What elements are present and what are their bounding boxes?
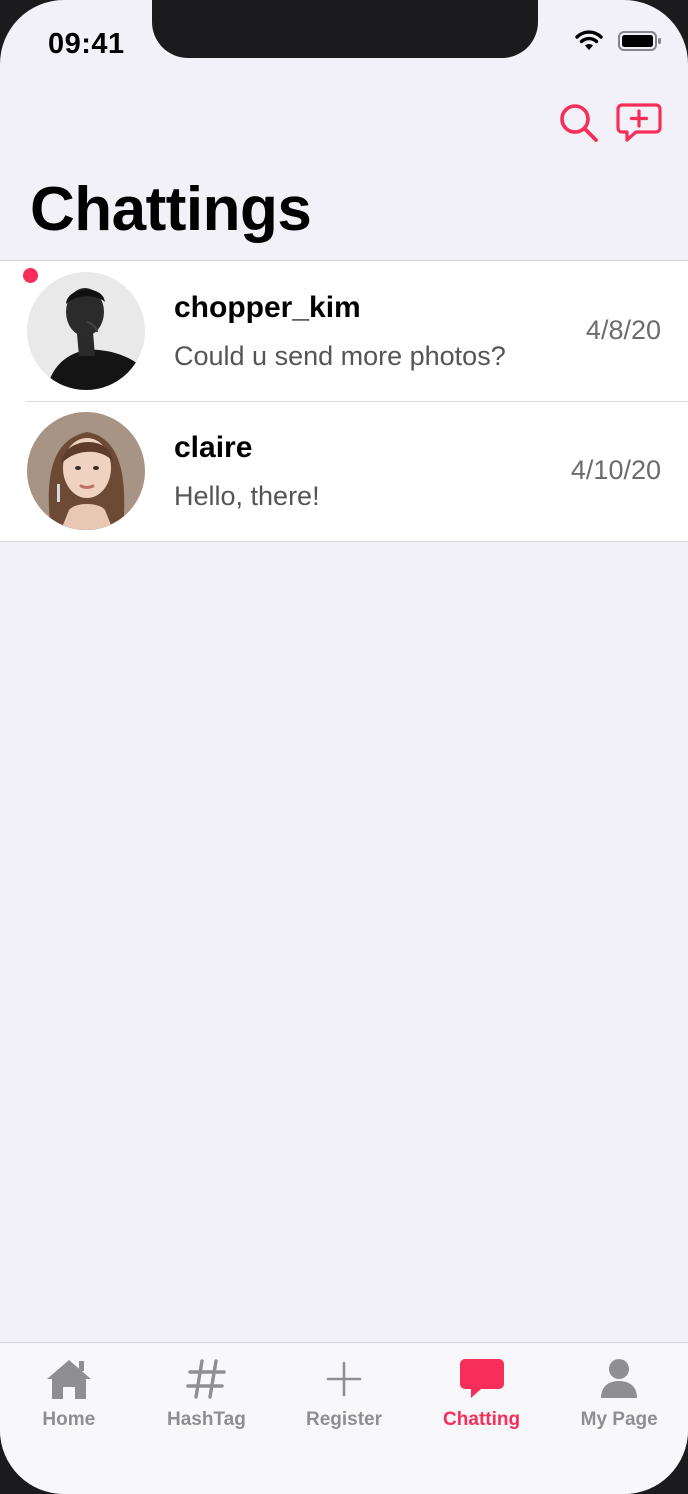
wifi-icon	[574, 30, 604, 57]
battery-icon	[618, 30, 662, 57]
tab-chatting[interactable]: Chatting	[413, 1343, 551, 1494]
phone-screen: 09:41 Chattings chopper_kim Could u send…	[0, 0, 688, 1494]
chat-row-claire[interactable]: claire Hello, there! 4/10/20	[0, 401, 688, 541]
chat-bubble-icon	[456, 1355, 508, 1403]
tab-my-page[interactable]: My Page	[550, 1343, 688, 1494]
tab-label: Register	[305, 1409, 382, 1430]
search-icon[interactable]	[556, 100, 602, 146]
page-title: Chattings	[30, 175, 312, 244]
avatar-chopper-kim	[27, 272, 145, 390]
chat-preview: Could u send more photos?	[174, 341, 506, 371]
chat-date: 4/8/20	[585, 315, 661, 345]
chat-list: chopper_kim Could u send more photos? 4/…	[0, 260, 688, 542]
tab-bar: Home HashTag Register Chatting My Page	[0, 1342, 688, 1494]
new-chat-icon[interactable]	[616, 100, 662, 146]
plus-icon	[318, 1355, 370, 1403]
chat-name: claire	[174, 431, 253, 464]
tab-label: My Page	[580, 1409, 658, 1430]
chat-preview: Hello, there!	[174, 481, 320, 511]
tab-label: HashTag	[166, 1409, 246, 1430]
unread-badge	[23, 268, 38, 283]
home-icon	[43, 1355, 95, 1403]
hashtag-icon	[180, 1355, 232, 1403]
chat-row-chopper-kim[interactable]: chopper_kim Could u send more photos? 4/…	[0, 261, 688, 401]
header-actions	[556, 100, 662, 146]
avatar-claire	[27, 412, 145, 530]
tab-label: Home	[42, 1409, 96, 1430]
chat-date: 4/10/20	[570, 455, 661, 485]
status-time: 09:41	[48, 28, 125, 60]
device-notch	[152, 0, 538, 58]
chat-name: chopper_kim	[174, 291, 361, 324]
person-icon	[593, 1355, 645, 1403]
tab-hashtag[interactable]: HashTag	[138, 1343, 276, 1494]
tab-label: Chatting	[443, 1409, 521, 1430]
status-icons	[574, 30, 662, 57]
tab-register[interactable]: Register	[275, 1343, 413, 1494]
tab-home[interactable]: Home	[0, 1343, 138, 1494]
